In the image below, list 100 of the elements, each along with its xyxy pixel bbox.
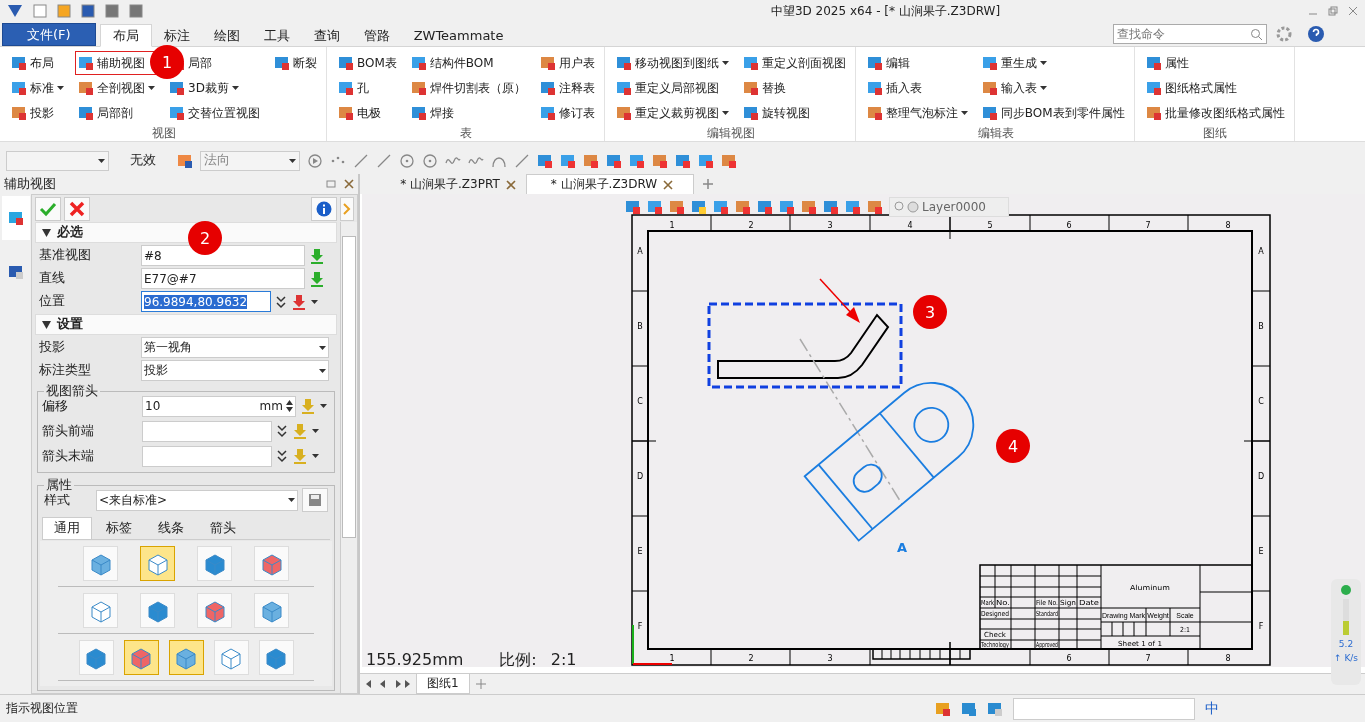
ribbon-button[interactable]: 重定义裁剪视图	[612, 101, 732, 125]
add-tab-icon[interactable]	[702, 178, 714, 190]
caret-icon[interactable]	[57, 86, 64, 90]
caret-icon[interactable]	[960, 111, 968, 115]
ribbon-button[interactable]: 投影	[8, 101, 67, 125]
ok-button[interactable]	[35, 196, 61, 221]
caret-icon[interactable]	[1039, 61, 1047, 65]
menu-tab[interactable]: 文件(F)	[2, 23, 96, 46]
dropdown[interactable]: <来自标准>	[96, 489, 298, 511]
ribbon-button[interactable]: 标准	[8, 76, 67, 100]
save-button[interactable]	[302, 488, 328, 512]
ribbon-button[interactable]: 移动视图到图纸	[612, 51, 732, 75]
restore-icon[interactable]	[1327, 5, 1339, 17]
caret-icon[interactable]	[721, 111, 729, 115]
search-icon[interactable]	[1250, 27, 1263, 41]
style-option-button[interactable]	[140, 546, 175, 581]
caret-icon[interactable]	[288, 498, 295, 502]
ribbon-button[interactable]: 布局	[8, 51, 67, 75]
scrollbar[interactable]	[340, 222, 357, 693]
menu-tab[interactable]: 绘图	[201, 25, 252, 46]
caret-icon[interactable]	[148, 86, 155, 90]
double-chevron-icon[interactable]	[275, 294, 287, 309]
double-chevron-icon[interactable]	[276, 449, 288, 463]
ribbon-button[interactable]: 整理气泡标注	[863, 101, 971, 125]
pick-arrow-icon[interactable]	[309, 270, 325, 287]
close-icon[interactable]	[344, 179, 354, 189]
ribbon-button[interactable]: 重生成	[978, 51, 1128, 75]
ribbon-button[interactable]: 图纸格式属性	[1142, 76, 1288, 100]
sheet-nav-icon[interactable]	[366, 680, 410, 688]
panel-tab[interactable]: 标签	[94, 517, 144, 539]
ribbon-button[interactable]: 替换	[739, 76, 849, 100]
menu-tab[interactable]: 工具	[251, 25, 302, 46]
add-sheet-icon[interactable]	[475, 679, 486, 689]
help-icon[interactable]	[1307, 25, 1325, 43]
caret-icon[interactable]	[312, 454, 319, 458]
caret-icon[interactable]	[721, 61, 729, 65]
ribbon-button[interactable]: 交替位置视图	[166, 101, 263, 125]
play-icon[interactable]	[307, 152, 323, 169]
layer-dropdown[interactable]: Layer0000	[889, 197, 1009, 217]
ribbon-button[interactable]: 插入表	[863, 76, 971, 100]
view-boundary[interactable]	[707, 302, 903, 389]
ribbon-button[interactable]: 3D裁剪	[166, 76, 263, 100]
bent-part-drawing[interactable]	[717, 314, 889, 379]
style-option-button[interactable]	[168, 640, 204, 675]
input-field[interactable]: #8	[141, 245, 305, 266]
input-field[interactable]: E77@#7	[141, 268, 305, 289]
ribbon-button[interactable]: 结构件BOM	[407, 51, 529, 75]
ribbon-button[interactable]: 重定义局部视图	[612, 76, 732, 100]
circle-icon[interactable]	[422, 152, 438, 169]
ribbon-button[interactable]: 同步BOM表到零件属性	[978, 101, 1128, 125]
style-option-button[interactable]	[254, 546, 289, 581]
document-tab[interactable]: * 山涧果子.Z3PRT	[386, 174, 526, 194]
input-field[interactable]	[142, 420, 272, 442]
caret-icon[interactable]	[289, 158, 296, 163]
style-option-button[interactable]	[213, 640, 249, 675]
ribbon-button[interactable]: 焊件切割表（原）	[407, 76, 529, 100]
caret-icon[interactable]	[319, 368, 326, 373]
ime-indicator[interactable]: 中	[1205, 699, 1219, 718]
style-option-button[interactable]	[254, 593, 289, 628]
pick-arrow-icon[interactable]	[309, 247, 325, 264]
menu-tab[interactable]: 管路	[351, 25, 402, 46]
sheet-tab[interactable]: 图纸1	[416, 674, 470, 694]
settings-icon[interactable]	[1275, 25, 1293, 43]
search-input[interactable]: 查找命令	[1117, 27, 1250, 41]
style-option-button[interactable]	[123, 640, 159, 675]
style-option-button[interactable]	[197, 593, 232, 628]
ribbon-button[interactable]: 批量修改图纸格式属性	[1142, 101, 1288, 125]
caret-icon[interactable]	[98, 158, 105, 163]
menu-tab[interactable]: 标注	[151, 25, 202, 46]
pin-icon[interactable]	[326, 179, 336, 189]
menu-tab[interactable]: ZWTeammate	[401, 25, 516, 46]
spinner-arrows-icon[interactable]	[286, 400, 293, 412]
caret-icon[interactable]	[312, 429, 319, 433]
panel-tab[interactable]: 通用	[42, 517, 92, 539]
style-option-button[interactable]	[78, 640, 114, 675]
line-icon[interactable]	[376, 152, 392, 169]
ribbon-button[interactable]: 属性	[1142, 51, 1288, 75]
input-field[interactable]	[142, 445, 272, 467]
close-icon[interactable]	[663, 179, 674, 190]
close-icon[interactable]	[505, 179, 516, 190]
caret-icon[interactable]	[319, 345, 326, 350]
line-icon[interactable]	[353, 152, 369, 169]
ribbon-button[interactable]: BOM表	[335, 51, 400, 75]
panel-tab[interactable]: 箭头	[198, 517, 248, 539]
ribbon-button[interactable]: 全剖视图	[75, 76, 158, 100]
panel-tab[interactable]: 线条	[146, 517, 196, 539]
ribbon-button[interactable]: 旋转视图	[739, 101, 849, 125]
side-tab[interactable]	[1, 196, 30, 240]
input-field[interactable]: 96.9894,80.9632	[141, 291, 271, 312]
menu-tab[interactable]: 查询	[301, 25, 352, 46]
ribbon-button[interactable]: 输入表	[978, 76, 1128, 100]
ribbon-button[interactable]: 孔	[335, 76, 400, 100]
style-option-button[interactable]	[83, 546, 118, 581]
close-icon[interactable]	[1347, 5, 1359, 17]
style-option-button[interactable]	[140, 593, 175, 628]
caret-icon[interactable]	[1039, 86, 1047, 90]
ribbon-button[interactable]: 编辑	[863, 51, 971, 75]
spin-field[interactable]: 10 mm	[142, 395, 296, 417]
dropdown[interactable]: 第一视角	[141, 337, 329, 358]
section-header[interactable]: 设置	[35, 314, 337, 335]
